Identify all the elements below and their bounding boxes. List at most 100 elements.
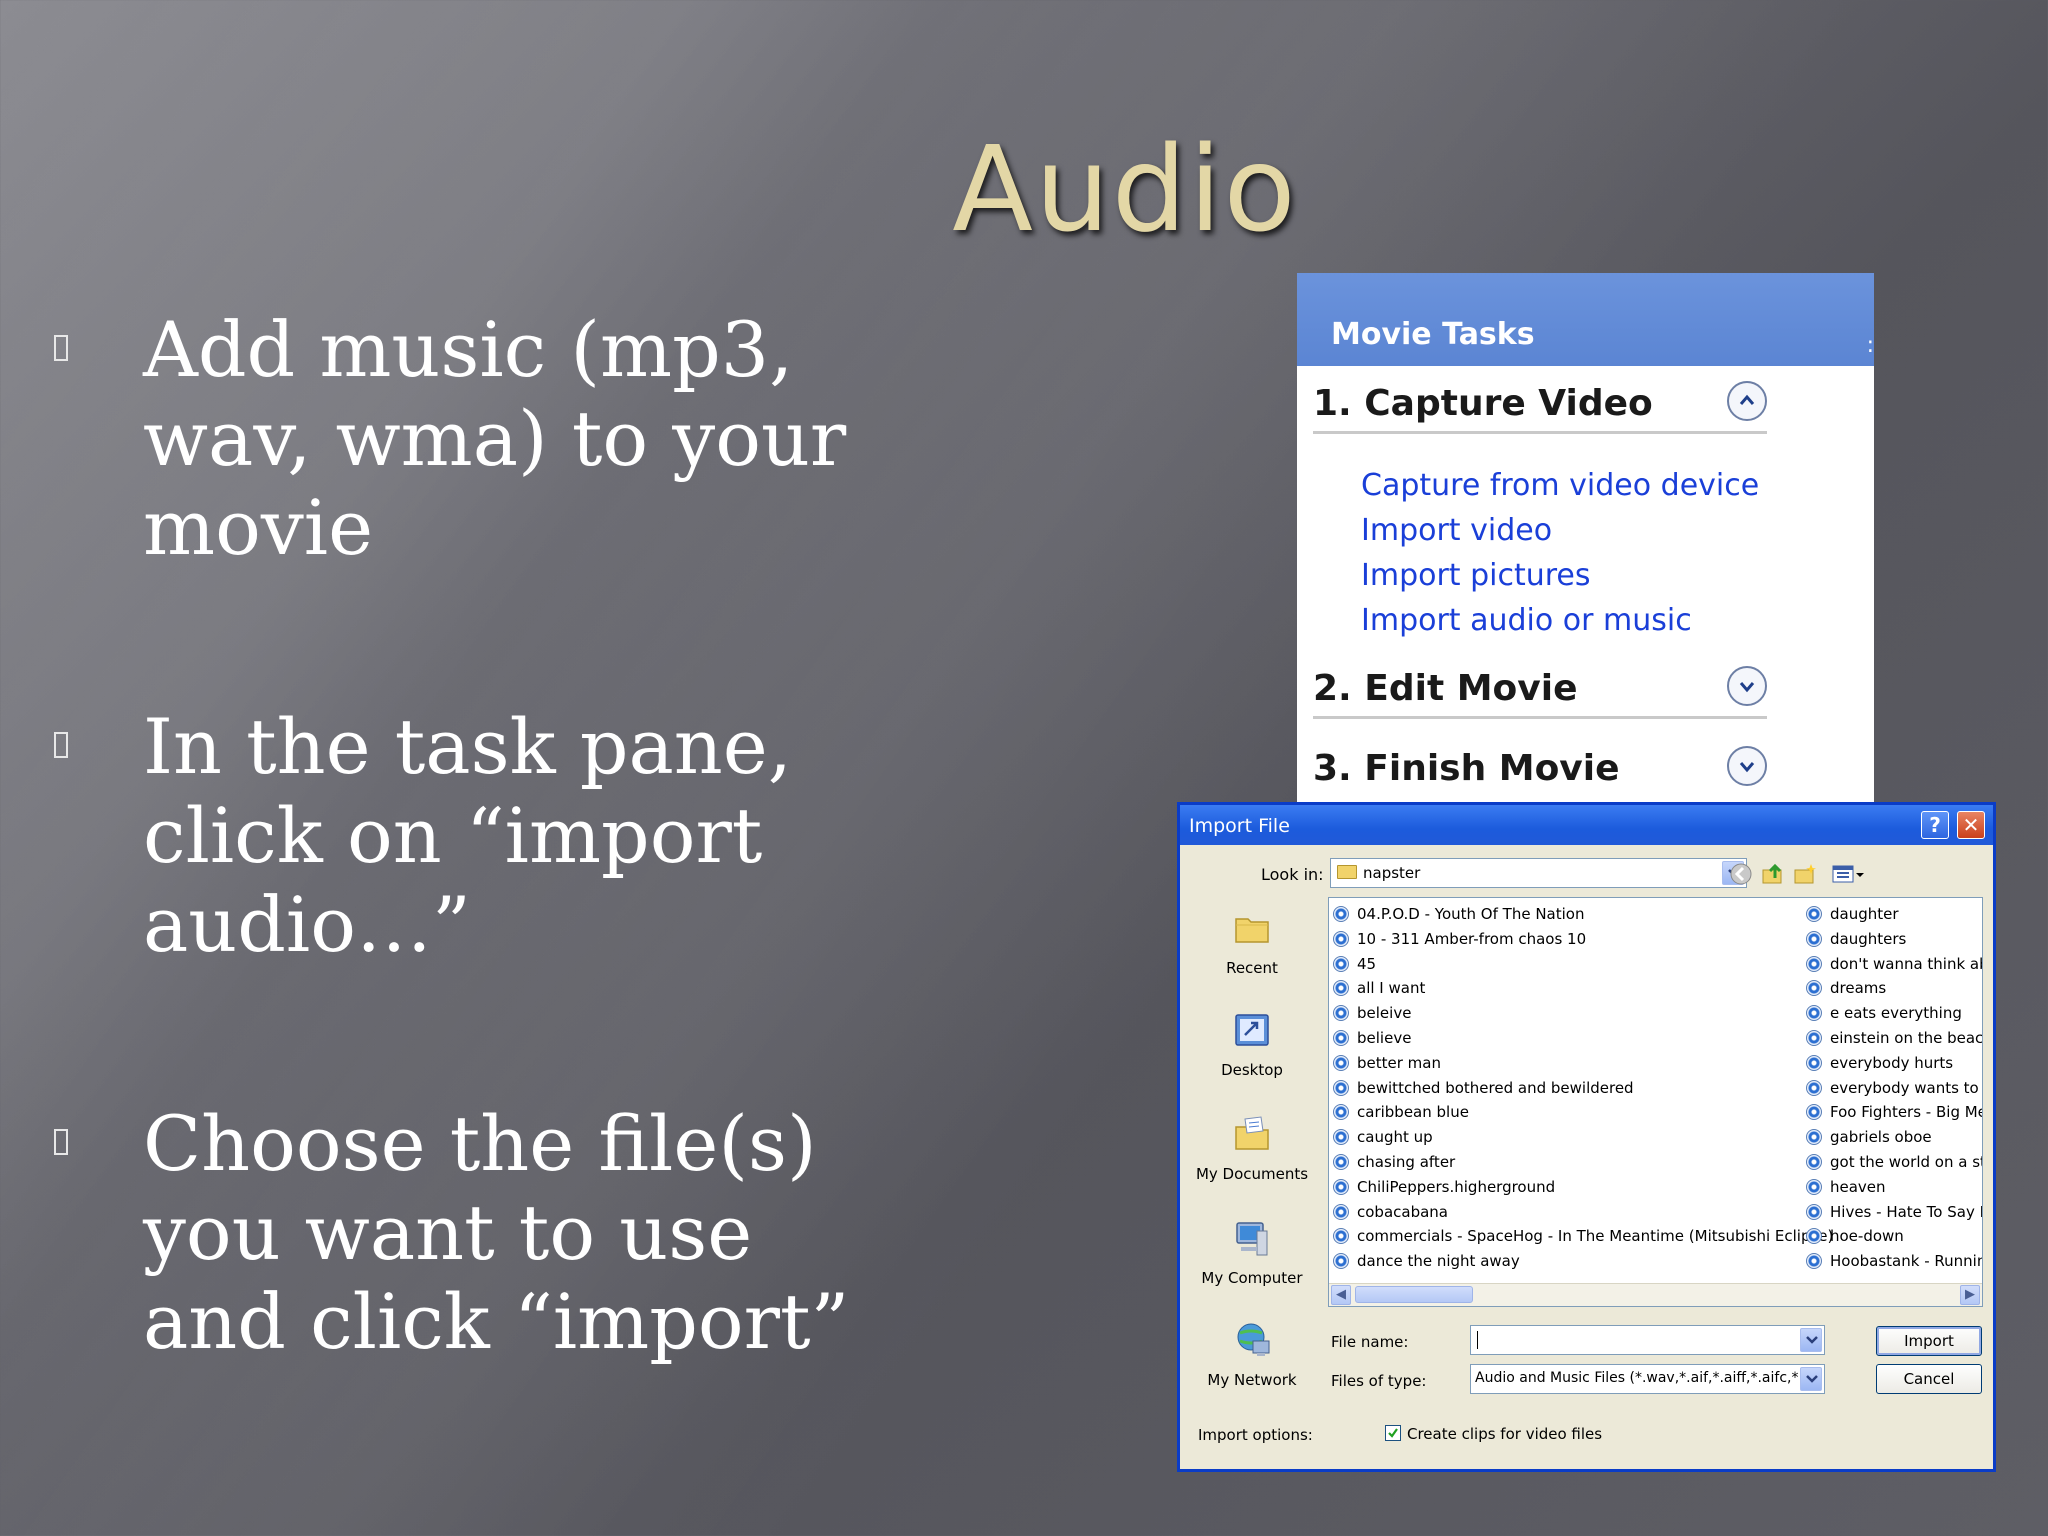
close-button[interactable]: ✕ <box>1957 811 1985 839</box>
file-item[interactable]: dreams <box>1804 976 1982 1001</box>
movie-tasks-pane: Movie Tasks : 1. Capture Video Capture f… <box>1297 273 1874 803</box>
file-item[interactable]: chasing after <box>1331 1150 1833 1175</box>
cancel-button[interactable]: Cancel <box>1876 1364 1982 1394</box>
file-item[interactable]: dance the night away <box>1331 1249 1833 1274</box>
place-my-documents[interactable]: My Documents <box>1192 1113 1312 1183</box>
my-network-icon <box>1237 1323 1270 1356</box>
chevron-up-icon[interactable] <box>1727 381 1767 421</box>
audio-file-icon <box>1333 1178 1349 1195</box>
recent-folder-icon <box>1235 918 1269 943</box>
file-item[interactable]: caribbean blue <box>1331 1100 1833 1125</box>
scroll-right-icon[interactable]: ▶ <box>1960 1285 1980 1305</box>
file-item[interactable]: don't wanna think abc <box>1804 952 1982 977</box>
audio-file-icon <box>1806 1253 1822 1270</box>
place-label: Recent <box>1226 959 1278 977</box>
chevron-down-icon[interactable] <box>1727 666 1767 706</box>
scroll-thumb[interactable] <box>1355 1286 1473 1303</box>
file-item[interactable]: Hives - Hate To Say I <box>1804 1200 1982 1225</box>
file-name: bewittched bothered and bewildered <box>1357 1078 1634 1097</box>
audio-file-icon <box>1333 955 1349 972</box>
file-item[interactable]: all I want <box>1331 976 1833 1001</box>
file-item[interactable]: e eats everything <box>1804 1001 1982 1026</box>
up-folder-icon[interactable] <box>1761 862 1785 886</box>
dialog-titlebar[interactable]: Import File ? ✕ <box>1180 805 1993 845</box>
chevron-down-icon[interactable] <box>1800 1328 1822 1352</box>
views-menu-icon[interactable] <box>1831 862 1865 886</box>
file-item[interactable]: gabriels oboe <box>1804 1125 1982 1150</box>
new-folder-icon[interactable] <box>1793 862 1817 886</box>
file-name: believe <box>1357 1028 1412 1047</box>
files-of-type-dropdown[interactable]: Audio and Music Files (*.wav,*.aif,*.aif… <box>1470 1364 1825 1394</box>
place-label: My Computer <box>1201 1269 1303 1287</box>
audio-file-icon <box>1333 1054 1349 1071</box>
file-item[interactable]: 04.P.O.D - Youth Of The Nation <box>1331 902 1833 927</box>
look-in-dropdown[interactable]: napster <box>1330 858 1747 888</box>
place-my-network[interactable]: My Network <box>1192 1319 1312 1389</box>
file-item[interactable]: better man <box>1331 1051 1833 1076</box>
import-file-dialog: Import File ? ✕ Look in: napster Recent … <box>1177 802 1996 1472</box>
file-item[interactable]: hoe-down <box>1804 1224 1982 1249</box>
audio-file-icon <box>1806 1228 1822 1245</box>
section-capture-video[interactable]: 1. Capture Video <box>1313 375 1767 434</box>
file-item[interactable]: ChiliPeppers.higherground <box>1331 1175 1833 1200</box>
place-my-computer[interactable]: My Computer <box>1192 1217 1312 1287</box>
link-import-audio-or-music[interactable]: Import audio or music <box>1361 603 1692 638</box>
look-in-value: napster <box>1363 864 1421 882</box>
file-item[interactable]: daughters <box>1804 927 1982 952</box>
create-clips-label[interactable]: Create clips for video files <box>1407 1425 1602 1443</box>
audio-file-icon <box>1806 980 1822 997</box>
pane-title: Movie Tasks <box>1331 317 1535 352</box>
file-name: einstein on the beach <box>1830 1028 1983 1047</box>
file-name-input[interactable] <box>1470 1325 1825 1355</box>
file-name: dance the night away <box>1357 1252 1520 1271</box>
file-item[interactable]: believe <box>1331 1026 1833 1051</box>
scroll-left-icon[interactable]: ◀ <box>1331 1285 1351 1305</box>
file-item[interactable]: got the world on a str <box>1804 1150 1982 1175</box>
file-item[interactable]: Foo Fighters - Big Me <box>1804 1100 1982 1125</box>
audio-file-icon <box>1806 1153 1822 1170</box>
chevron-down-icon[interactable] <box>1727 746 1767 786</box>
bullet-item: In the task pane, click on “import audio… <box>50 702 850 969</box>
file-item[interactable]: cobacabana <box>1331 1200 1833 1225</box>
file-item[interactable]: commercials - SpaceHog - In The Meantime… <box>1331 1224 1833 1249</box>
file-list[interactable]: 04.P.O.D - Youth Of The Nation 10 - 311 … <box>1328 897 1983 1307</box>
audio-file-icon <box>1806 955 1822 972</box>
file-item[interactable]: daughter <box>1804 902 1982 927</box>
file-item[interactable]: 45 <box>1331 952 1833 977</box>
file-item[interactable]: bewittched bothered and bewildered <box>1331 1076 1833 1101</box>
place-desktop[interactable]: Desktop <box>1192 1009 1312 1079</box>
section-finish-movie[interactable]: 3. Finish Movie <box>1313 740 1767 796</box>
file-item[interactable]: everybody wants to r <box>1804 1076 1982 1101</box>
file-item[interactable]: 10 - 311 Amber-from chaos 10 <box>1331 927 1833 952</box>
section-title: 2. Edit Movie <box>1313 668 1578 709</box>
audio-file-icon <box>1806 1104 1822 1121</box>
file-item[interactable]: beleive <box>1331 1001 1833 1026</box>
horizontal-scrollbar[interactable]: ◀ ▶ <box>1329 1283 1982 1306</box>
file-item[interactable]: heaven <box>1804 1175 1982 1200</box>
file-item[interactable]: caught up <box>1331 1125 1833 1150</box>
my-computer-icon <box>1236 1222 1268 1256</box>
import-options-label: Import options: <box>1198 1426 1313 1444</box>
section-edit-movie[interactable]: 2. Edit Movie <box>1313 660 1767 719</box>
create-clips-checkbox[interactable] <box>1385 1425 1401 1441</box>
file-name: all I want <box>1357 979 1426 998</box>
file-item[interactable]: Hoobastank - Running <box>1804 1249 1982 1274</box>
folder-icon <box>1337 865 1357 879</box>
file-name: commercials - SpaceHog - In The Meantime… <box>1357 1227 1834 1246</box>
bullet-list: Add music (mp3, wav, wma) to your movie … <box>50 305 850 1496</box>
help-button[interactable]: ? <box>1921 811 1949 839</box>
file-item[interactable]: einstein on the beach <box>1804 1026 1983 1051</box>
file-column: 04.P.O.D - Youth Of The Nation 10 - 311 … <box>1331 902 1833 1274</box>
import-button[interactable]: Import <box>1876 1326 1982 1356</box>
chevron-down-icon[interactable] <box>1800 1367 1822 1391</box>
link-import-pictures[interactable]: Import pictures <box>1361 558 1591 593</box>
bullet-box-icon <box>54 732 68 758</box>
file-item[interactable]: everybody hurts <box>1804 1051 1982 1076</box>
place-recent[interactable]: Recent <box>1192 907 1312 977</box>
link-capture-from-video-device[interactable]: Capture from video device <box>1361 468 1759 503</box>
link-import-video[interactable]: Import video <box>1361 513 1552 548</box>
back-icon[interactable] <box>1729 862 1753 886</box>
pane-edge-marker: : <box>1866 333 1874 358</box>
bullet-text: Choose the file(s) you want to use and c… <box>143 1099 850 1366</box>
audio-file-icon <box>1333 930 1349 947</box>
